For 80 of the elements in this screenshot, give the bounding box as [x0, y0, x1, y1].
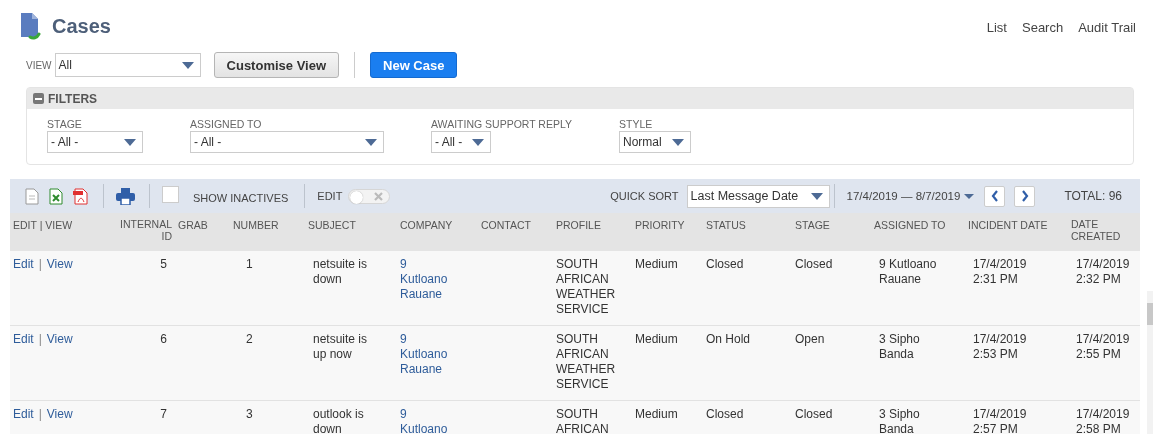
view-link[interactable]: View: [46, 257, 73, 272]
filter-dropdown[interactable]: Normal: [619, 131, 691, 153]
table-cell-text: outlook is down: [313, 407, 365, 434]
quick-sort-label: QUICK SORT: [610, 190, 679, 202]
nav-link[interactable]: List: [986, 19, 1007, 35]
filter-dropdown[interactable]: - All -: [190, 131, 384, 153]
close-icon: [374, 191, 384, 201]
table-cell-text: 17/4/2019 2:58 PM: [1076, 407, 1131, 434]
table-cell: On Hold: [706, 332, 751, 347]
column-header[interactable]: GRAB: [178, 219, 208, 231]
table-cell-text: SOUTH AFRICAN WEATHER SERVICE: [556, 332, 617, 392]
table-cell-text: 3 Sipho Banda: [879, 332, 921, 362]
next-button[interactable]: [1014, 185, 1036, 207]
view-link[interactable]: View: [46, 407, 73, 422]
print-icon[interactable]: [116, 187, 135, 205]
collapse-icon[interactable]: [33, 93, 44, 104]
table-cell-text: 17/4/2019 2:31 PM: [973, 257, 1028, 287]
table-cell: 2: [246, 332, 253, 347]
table-cell-text: netsuite is up now: [313, 332, 369, 362]
table-cell: Closed: [795, 257, 833, 272]
filter-label: ASSIGNED TO: [190, 118, 262, 130]
column-header[interactable]: SUBJECT: [308, 219, 356, 231]
separator: |: [38, 257, 42, 272]
separator: |: [38, 407, 42, 422]
quick-sort-dropdown[interactable]: Last Message Date: [686, 184, 830, 208]
view-link[interactable]: View: [46, 332, 73, 347]
table-cell: Open: [795, 332, 825, 347]
nav-link[interactable]: Audit Trail: [1078, 19, 1136, 35]
filter-dropdown[interactable]: - All -: [47, 131, 143, 153]
table-cell: Closed: [795, 407, 833, 422]
view-dropdown[interactable]: All: [54, 53, 201, 77]
table-cell: Closed: [706, 257, 744, 272]
filter-label: STYLE: [619, 118, 653, 130]
edit-link[interactable]: Edit: [13, 257, 34, 272]
nav-link[interactable]: Search: [1022, 19, 1064, 35]
edit-toggle[interactable]: [348, 188, 391, 204]
table-cell: Closed: [706, 407, 744, 422]
chevron-right-icon: [1020, 190, 1029, 202]
new-case-button[interactable]: New Case: [370, 52, 458, 78]
pdf-icon[interactable]: [73, 187, 89, 205]
show-inactives-checkbox[interactable]: [162, 185, 179, 203]
table-cell-text: 17/4/2019 2:32 PM: [1076, 257, 1131, 287]
separator: |: [38, 332, 42, 347]
spreadsheet-icon[interactable]: [49, 187, 63, 205]
customise-view-button[interactable]: Customise View: [213, 52, 340, 78]
view-label: VIEW: [26, 59, 52, 71]
column-header[interactable]: STAGE: [795, 219, 830, 231]
show-inactives-label: SHOW INACTIVES: [193, 192, 289, 204]
date-range-dropdown[interactable]: 17/4/2019 — 8/7/2019: [846, 190, 975, 202]
column-header[interactable]: PROFILE: [556, 219, 601, 231]
table-cell: 3: [246, 407, 253, 422]
filter-label: STAGE: [47, 118, 82, 130]
table-cell: Medium: [635, 332, 678, 347]
table-cell-text: 17/4/2019 2:53 PM: [973, 332, 1028, 362]
filters-title: FILTERS: [48, 91, 98, 106]
edit-link[interactable]: Edit: [13, 332, 34, 347]
page-title: Cases: [52, 14, 111, 38]
table-cell: 7: [160, 407, 167, 422]
table-cell-text: netsuite is down: [313, 257, 369, 287]
table-cell: 1: [246, 257, 253, 272]
case-icon: [20, 12, 42, 40]
table-cell-text: SOUTH AFRICAN: [556, 407, 610, 434]
table-cell: Medium: [635, 407, 678, 422]
column-header[interactable]: NUMBER: [233, 219, 279, 231]
table-cell-text: 9 Kutloano Rauane: [879, 257, 938, 287]
table-cell: 6: [160, 332, 167, 347]
edit-link[interactable]: Edit: [13, 407, 34, 422]
previous-button[interactable]: [984, 185, 1006, 207]
table-cell-text: 17/4/2019 2:57 PM: [973, 407, 1028, 434]
table-cell: Medium: [635, 257, 678, 272]
column-header[interactable]: STATUS: [706, 219, 746, 231]
table-cell-text: SOUTH AFRICAN WEATHER SERVICE: [556, 257, 617, 317]
filter-label: AWAITING SUPPORT REPLY: [431, 118, 572, 130]
table-cell-text: 3 Sipho Banda: [879, 407, 921, 434]
edit-label: EDIT: [317, 190, 343, 202]
table-cell-text: 17/4/2019 2:55 PM: [1076, 332, 1131, 362]
chevron-left-icon: [990, 190, 999, 202]
filter-dropdown[interactable]: - All -: [431, 131, 492, 153]
table-cell: 5: [160, 257, 167, 272]
total-count: TOTAL: 96: [1064, 189, 1122, 203]
